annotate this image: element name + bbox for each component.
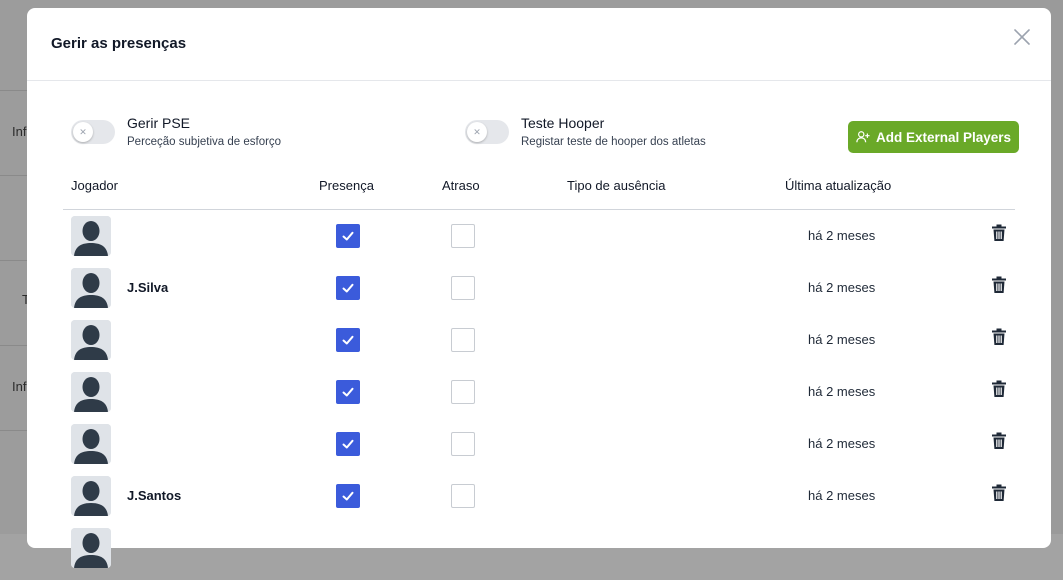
delay-checkbox[interactable] bbox=[451, 276, 475, 300]
last-update-value: há 2 meses bbox=[808, 384, 876, 399]
modal-title: Gerir as presenças bbox=[51, 35, 187, 52]
modal-header: Gerir as presenças bbox=[27, 8, 1051, 81]
trash-icon[interactable] bbox=[991, 380, 1007, 398]
hooper-toggle-title: Teste Hooper bbox=[521, 115, 605, 131]
last-update-value: há 2 meses bbox=[808, 280, 876, 295]
background-divider bbox=[0, 430, 28, 431]
player-name: J.Silva bbox=[127, 280, 169, 295]
delay-checkbox[interactable] bbox=[451, 380, 475, 404]
pse-toggle-title: Gerir PSE bbox=[127, 115, 191, 131]
toggle-block-pse: ✕ Gerir PSE Perceção subjetiva de esforç… bbox=[71, 115, 281, 148]
table-header-divider bbox=[63, 209, 1015, 210]
avatar-placeholder-icon bbox=[71, 476, 111, 516]
add-user-icon bbox=[856, 131, 870, 143]
add-external-players-label: Add External Players bbox=[875, 129, 1012, 145]
hooper-toggle[interactable]: ✕ bbox=[465, 120, 509, 144]
header-delay: Atraso bbox=[442, 178, 480, 193]
toggle-off-icon: ✕ bbox=[73, 122, 93, 142]
last-update-value: há 2 meses bbox=[808, 488, 876, 503]
background-divider bbox=[0, 175, 28, 176]
pse-toggle-subtitle: Perceção subjetiva de esforço bbox=[127, 136, 282, 148]
background-divider bbox=[0, 345, 28, 346]
checkmark-icon bbox=[341, 333, 355, 347]
player-name: J.Santos bbox=[127, 488, 182, 503]
avatar-placeholder-icon bbox=[71, 372, 111, 412]
presence-checkbox[interactable] bbox=[336, 380, 360, 404]
header-absence-type: Tipo de ausência bbox=[567, 178, 666, 193]
background-text: Inf bbox=[12, 379, 27, 394]
delay-checkbox[interactable] bbox=[451, 432, 475, 456]
delay-checkbox[interactable] bbox=[451, 224, 475, 248]
presence-checkbox[interactable] bbox=[336, 484, 360, 508]
checkmark-icon bbox=[341, 437, 355, 451]
trash-icon[interactable] bbox=[991, 276, 1007, 294]
last-update-value: há 2 meses bbox=[808, 228, 876, 243]
pse-toggle-text: Gerir PSE Perceção subjetiva de esforço bbox=[127, 115, 281, 148]
pse-toggle[interactable]: ✕ bbox=[71, 120, 115, 144]
table-row-partial bbox=[27, 528, 1051, 580]
background-text: Inf bbox=[12, 124, 27, 139]
close-icon[interactable] bbox=[1013, 28, 1031, 46]
background-divider bbox=[0, 90, 28, 91]
last-update-value: há 2 meses bbox=[808, 332, 876, 347]
background-right-panel bbox=[1050, 0, 1063, 534]
header-player: Jogador bbox=[71, 178, 118, 193]
add-external-players-button[interactable]: Add External Players bbox=[848, 121, 1019, 153]
last-update-value: há 2 meses bbox=[808, 436, 876, 451]
background-divider bbox=[0, 260, 28, 261]
trash-icon[interactable] bbox=[991, 484, 1007, 502]
checkmark-icon bbox=[341, 229, 355, 243]
attendance-modal: Gerir as presenças ✕ Gerir PSE Perceção … bbox=[27, 8, 1051, 568]
checkmark-icon bbox=[341, 489, 355, 503]
trash-icon[interactable] bbox=[991, 432, 1007, 450]
table-row: J.Santos há 2 meses bbox=[27, 476, 1051, 528]
delay-checkbox[interactable] bbox=[451, 328, 475, 352]
presence-checkbox[interactable] bbox=[336, 432, 360, 456]
trash-icon[interactable] bbox=[991, 328, 1007, 346]
presence-checkbox[interactable] bbox=[336, 328, 360, 352]
toggle-block-hooper: ✕ Teste Hooper Registar teste de hooper … bbox=[465, 115, 706, 148]
avatar-placeholder-icon bbox=[71, 528, 111, 568]
hooper-toggle-subtitle: Registar teste de hooper dos atletas bbox=[521, 136, 706, 148]
table-row: há 2 meses bbox=[27, 424, 1051, 476]
avatar-placeholder-icon bbox=[71, 424, 111, 464]
trash-icon[interactable] bbox=[991, 224, 1007, 242]
hooper-toggle-text: Teste Hooper Registar teste de hooper do… bbox=[521, 115, 706, 148]
table-row: há 2 meses bbox=[27, 372, 1051, 424]
delay-checkbox[interactable] bbox=[451, 484, 475, 508]
table-row: há 2 meses bbox=[27, 320, 1051, 372]
header-last-update: Última atualização bbox=[785, 178, 892, 193]
presence-checkbox[interactable] bbox=[336, 276, 360, 300]
table-row: há 2 meses bbox=[27, 216, 1051, 268]
header-presence: Presença bbox=[319, 178, 374, 193]
checkmark-icon bbox=[341, 281, 355, 295]
avatar-placeholder-icon bbox=[71, 216, 111, 256]
table-row: J.Silva há 2 meses bbox=[27, 268, 1051, 320]
avatar-placeholder-icon bbox=[71, 320, 111, 360]
toggle-off-icon: ✕ bbox=[467, 122, 487, 142]
checkmark-icon bbox=[341, 385, 355, 399]
presence-checkbox[interactable] bbox=[336, 224, 360, 248]
avatar-placeholder-icon bbox=[71, 268, 111, 308]
